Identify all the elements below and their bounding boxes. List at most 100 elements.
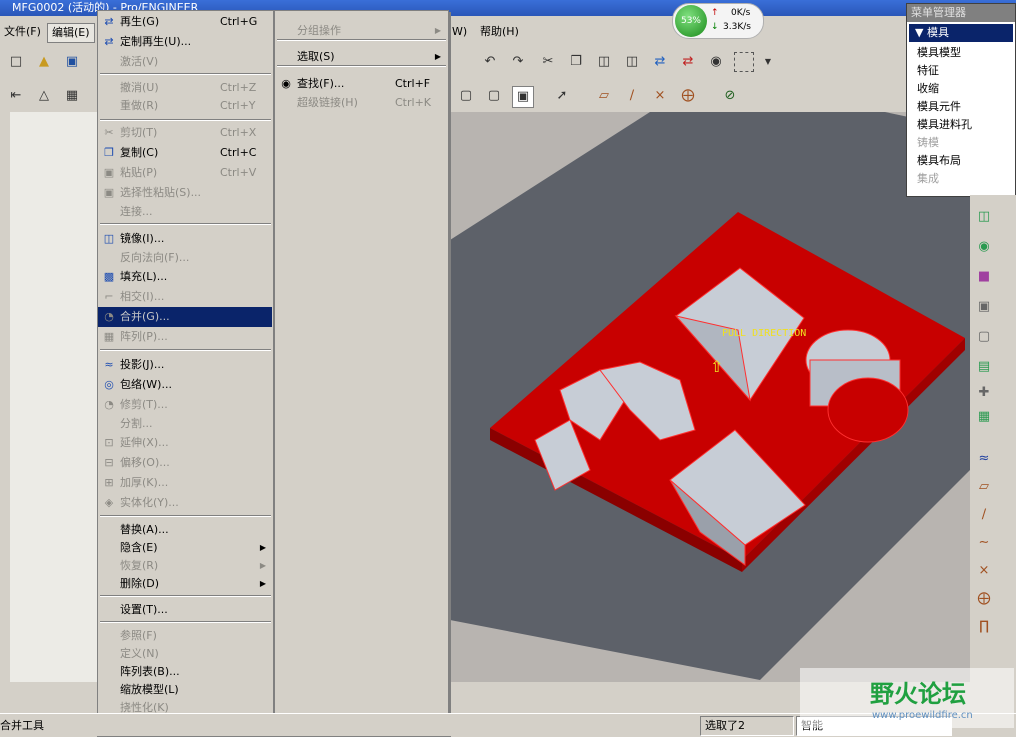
model-tree-panel bbox=[10, 112, 98, 682]
network-monitor: 53% ↑ 0K/s ↓ 3.3K/s bbox=[672, 3, 764, 39]
edit-menu-item[interactable]: 选取(S) ▶ bbox=[275, 47, 447, 67]
binoculars-icon[interactable]: ◉ bbox=[706, 52, 726, 72]
regenerate-icon[interactable]: ⇄ bbox=[650, 52, 670, 72]
edit-menu-item: 连接... bbox=[98, 202, 272, 222]
datum-axis-icon[interactable]: ∕ bbox=[622, 86, 642, 106]
curve-icon[interactable]: ∼ bbox=[974, 533, 994, 553]
menu-window[interactable]: W) bbox=[448, 23, 471, 41]
extrude-icon[interactable]: ◫ bbox=[974, 207, 994, 227]
graphics-viewport[interactable]: PULL DIRECTION ⇧ bbox=[450, 112, 970, 682]
cut-icon[interactable]: ✂ bbox=[538, 52, 558, 72]
edit-menu-item: ⊟ 偏移(O)... bbox=[98, 453, 272, 473]
edit-menu-item[interactable]: ⇄ 定制再生(U)... bbox=[98, 32, 272, 52]
edit-menu-item: ⊡ 延伸(X)... bbox=[98, 433, 272, 453]
custom-regenerate-icon[interactable]: ⇄ bbox=[678, 52, 698, 72]
hidden-line-icon[interactable]: ▢ bbox=[484, 86, 504, 106]
edit-menu-item-label: 定制再生(U)... bbox=[120, 35, 192, 48]
edit-menu-item[interactable]: 设置(T)... bbox=[98, 600, 272, 620]
draft-icon[interactable]: ✚ bbox=[974, 383, 994, 403]
menu-help[interactable]: 帮助(H) bbox=[476, 23, 523, 41]
edit-menu-item[interactable]: ⇄ 再生(G) Ctrl+G bbox=[98, 12, 272, 32]
undo-icon[interactable]: ↶ bbox=[480, 52, 500, 72]
menu-manager-item[interactable]: 收缩 bbox=[907, 80, 1015, 98]
menu-file[interactable]: 文件(F) bbox=[0, 23, 45, 41]
sketch-icon[interactable]: ≈ bbox=[974, 449, 994, 469]
edit-menu-item: 恢复(R) ▶ bbox=[98, 556, 272, 576]
menu-separator bbox=[100, 119, 271, 121]
menu-manager-header[interactable]: ▼ 模具 bbox=[909, 24, 1013, 42]
menu-manager-item[interactable]: 特征 bbox=[907, 62, 1015, 80]
axis-icon[interactable]: ∕ bbox=[974, 505, 994, 525]
submenu-arrow-icon: ▶ bbox=[259, 561, 266, 570]
edit-menu-item[interactable]: 删除(D) ▶ bbox=[98, 574, 272, 594]
collapse-arrow-icon: ▼ bbox=[915, 26, 927, 39]
shortcut-label: Ctrl+C bbox=[220, 146, 257, 159]
shading-icon[interactable]: ▣ bbox=[512, 86, 534, 108]
edit-menu-item-label: 阵列表(B)... bbox=[120, 665, 180, 678]
paste-icon[interactable]: ◫ bbox=[594, 52, 614, 72]
redo-icon[interactable]: ↷ bbox=[508, 52, 528, 72]
annotation-display-icon[interactable]: ⊘ bbox=[720, 86, 740, 106]
menu-manager-item[interactable]: 模具模型 bbox=[907, 44, 1015, 62]
menu-separator bbox=[277, 39, 446, 41]
right-feature-toolbar: ◫ ◉ ■ ▣ ▢ ▤ ✚ ▦ ≈ ▱ ∕ ∼ × ⨁ ∏ bbox=[970, 195, 1016, 680]
edit-menu-item[interactable]: ≈ 投影(J)... bbox=[98, 355, 272, 375]
open-folder-icon[interactable]: ▲ bbox=[34, 52, 54, 72]
select-box-icon[interactable] bbox=[734, 52, 754, 72]
edit-menu-item[interactable]: 替换(A)... bbox=[98, 520, 272, 540]
upload-arrow-icon: ↑ bbox=[711, 8, 719, 18]
dropdown-arrow-icon[interactable]: ▼ bbox=[758, 52, 778, 72]
edit-menu-item[interactable]: 阵列表(B)... bbox=[98, 662, 272, 682]
blend-icon[interactable]: ▣ bbox=[974, 297, 994, 317]
selection-count: 选取了2 bbox=[700, 716, 794, 736]
rib-icon[interactable]: ▤ bbox=[974, 357, 994, 377]
edit-menu-item[interactable]: 缩放模型(L) bbox=[98, 680, 272, 700]
edit-menu-item[interactable]: 隐含(E) ▶ bbox=[98, 538, 272, 558]
edit-menu-item-label: 替换(A)... bbox=[120, 523, 169, 536]
edit-menu-item-label: 镜像(I)... bbox=[120, 232, 165, 245]
edit-menu-item[interactable]: ▩ 填充(L)... bbox=[98, 267, 272, 287]
edit-menu-item-label: 恢复(R) bbox=[120, 559, 159, 572]
dimension-icon[interactable]: ⇤ bbox=[6, 86, 26, 106]
menu-manager-item[interactable]: 模具布局 bbox=[907, 152, 1015, 170]
shell-icon[interactable]: ▢ bbox=[974, 327, 994, 347]
edit-menu-item-label: 再生(G) bbox=[120, 15, 160, 28]
wireframe-icon[interactable]: ▢ bbox=[456, 86, 476, 106]
menu-edit[interactable]: 编辑(E) bbox=[47, 23, 95, 43]
cylinder-bottom bbox=[827, 377, 909, 443]
datum-point-icon[interactable]: × bbox=[650, 86, 670, 106]
edit-menu-item[interactable]: ◫ 镜像(I)... bbox=[98, 229, 272, 249]
new-file-icon[interactable]: □ bbox=[6, 52, 26, 72]
edit-menu-item-label: 隐含(E) bbox=[120, 541, 158, 554]
measure-icon[interactable]: △ bbox=[34, 86, 54, 106]
point-icon[interactable]: × bbox=[974, 561, 994, 581]
analysis-icon[interactable]: ∏ bbox=[974, 617, 994, 637]
edit-menu-item[interactable]: ◎ 包络(W)... bbox=[98, 375, 272, 395]
selection-help-icon[interactable]: ➚ bbox=[552, 86, 572, 106]
revolve-icon[interactable]: ◉ bbox=[974, 237, 994, 257]
copy-icon[interactable]: ❐ bbox=[566, 52, 586, 72]
mold-volume-icon[interactable]: ▦ bbox=[974, 407, 994, 427]
csys-icon[interactable]: ⨁ bbox=[974, 589, 994, 609]
edit-menu-item[interactable]: ◉ 查找(F)... Ctrl+F bbox=[275, 74, 447, 94]
edit-menu-item-label: 分组操作 bbox=[297, 24, 341, 37]
edit-menu-item-label: 连接... bbox=[120, 205, 153, 218]
status-message: 合并工具 bbox=[0, 719, 44, 732]
sweep-icon[interactable]: ■ bbox=[974, 267, 994, 287]
plane-icon[interactable]: ▱ bbox=[974, 477, 994, 497]
submenu-arrow-icon: ▶ bbox=[434, 52, 441, 61]
paste-special-icon[interactable]: ◫ bbox=[622, 52, 642, 72]
datum-plane-icon[interactable]: ▱ bbox=[594, 86, 614, 106]
edit-menu-item-label: 相交(I)... bbox=[120, 290, 165, 303]
watermark-text: 野火论坛 bbox=[870, 680, 966, 708]
upload-speed: 0K/s bbox=[731, 8, 751, 18]
edit-menu-item[interactable]: ❐ 复制(C) Ctrl+C bbox=[98, 143, 272, 163]
edit-menu: ⇄ 再生(G) Ctrl+G ⇄ 定制再生(U)... 激活(V) 撤消(U) Ctrl+Z 重… bbox=[97, 10, 274, 737]
watermark-url: www.proewildfire.cn bbox=[872, 710, 973, 721]
menu-manager-item[interactable]: 模具进料孔 bbox=[907, 116, 1015, 134]
custom-regenerate-icon: ⇄ bbox=[104, 35, 114, 48]
save-icon[interactable]: ▣ bbox=[62, 52, 82, 72]
coordinate-system-icon[interactable]: ⨁ bbox=[678, 86, 698, 106]
menu-manager-item[interactable]: 模具元件 bbox=[907, 98, 1015, 116]
table-icon[interactable]: ▦ bbox=[62, 86, 82, 106]
